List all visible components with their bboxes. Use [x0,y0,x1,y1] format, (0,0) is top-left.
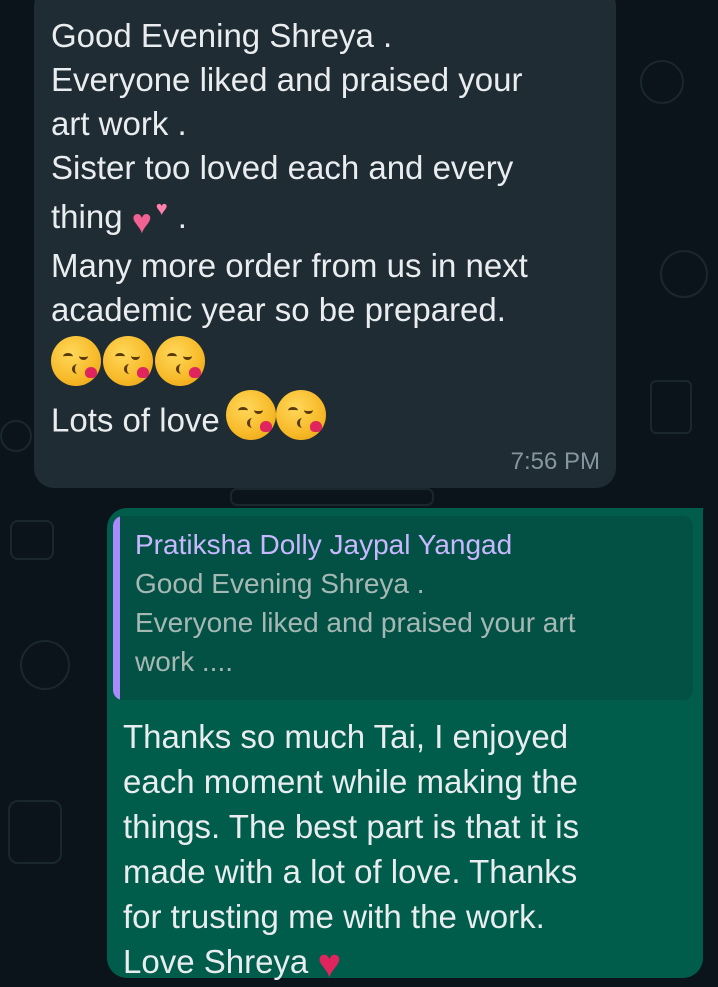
face-blowing-kiss-icon [275,390,326,440]
message-line: Many more order from us in next [51,247,528,284]
message-line: art work . [51,105,187,142]
face-blowing-kiss-icon [51,336,101,386]
two-hearts-icon: ♥ ♥ [131,198,168,242]
wallpaper-doodle [640,60,684,104]
message-line: Thanks so much Tai, I enjoyed [123,718,569,755]
message-text: Lots of love [51,401,220,439]
quoted-author: Pratiksha Dolly Jaypal Yangad [135,529,513,560]
incoming-message-bubble[interactable]: Good Evening Shreya . Everyone liked and… [34,0,616,488]
quoted-line: Good Evening Shreya . [135,568,425,599]
message-line: academic year so be prepared. [51,291,506,328]
wallpaper-doodle [20,640,70,690]
wallpaper-doodle [660,250,708,298]
wallpaper-doodle [0,420,32,452]
message-line: Good Evening Shreya . [51,17,393,54]
outgoing-message-bubble[interactable]: Pratiksha Dolly Jaypal Yangad Good Eveni… [107,508,703,986]
wallpaper-doodle [8,800,62,864]
face-blowing-kiss-icon [225,390,276,440]
wallpaper-doodle [230,488,434,506]
message-line-with-emoji: thing ♥ ♥. [51,190,596,244]
quote-bar [113,516,120,700]
message-text: . [177,198,187,235]
emoji-row [51,332,596,390]
message-timestamp: 7:56 PM [510,448,600,475]
face-blowing-kiss-icon [103,336,153,386]
wallpaper-doodle [650,380,692,434]
red-heart-icon: ♥ [317,941,342,986]
wallpaper-doodle [10,520,54,560]
face-blowing-kiss-icon [155,336,205,386]
quoted-line: work .... [135,646,234,677]
message-text: thing [51,198,123,235]
message-line: made with a lot of love. Thanks [123,853,578,890]
message-line: things. The best part is that it is [123,808,580,845]
message-line: Everyone liked and praised your [51,61,523,98]
message-line-with-emoji: Love Shreya ♥ [123,939,693,987]
message-line: for trusting me with the work. [123,898,545,935]
message-text: Love Shreya [123,943,309,980]
message-line: Sister too loved each and every [51,149,514,186]
reply-body: Thanks so much Tai, I enjoyed each momen… [113,700,693,987]
message-line-with-emoji: Lots of love [51,390,596,456]
quoted-line: Everyone liked and praised your art [135,607,576,638]
message-line: each moment while making the [123,763,578,800]
quoted-message[interactable]: Pratiksha Dolly Jaypal Yangad Good Eveni… [113,516,693,700]
